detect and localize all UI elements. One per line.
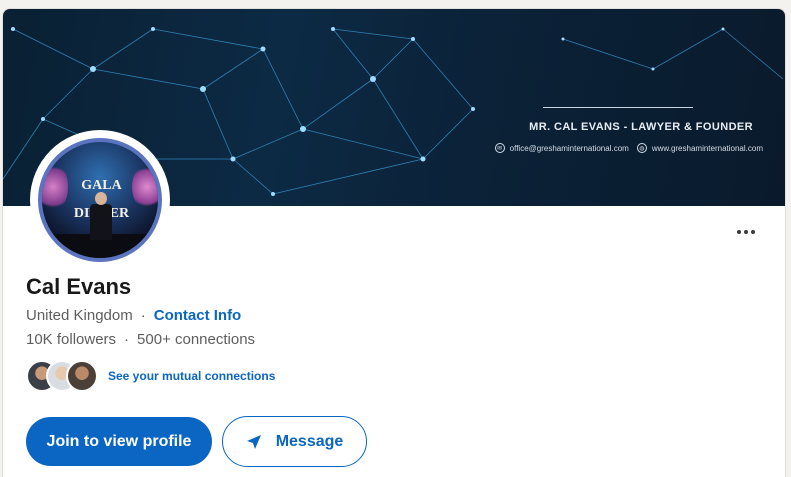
email-icon: ✉	[494, 143, 505, 153]
mutual-connections-link[interactable]: See your mutual connections	[108, 369, 275, 383]
mutual-avatars	[26, 360, 98, 392]
profile-name: Cal Evans	[26, 274, 132, 299]
profile-network-row: 10K followers · 500+ connections	[26, 331, 255, 348]
contact-info-link[interactable]: Contact Info	[154, 307, 242, 324]
avatar-person-head	[95, 192, 107, 205]
profile-location-row: United Kingdom · Contact Info	[26, 307, 241, 324]
banner-title: MR. CAL EVANS - LAWYER & FOUNDER	[529, 121, 753, 133]
message-button-label: Message	[275, 432, 344, 450]
separator: ·	[124, 331, 130, 348]
profile-location: United Kingdom	[26, 307, 133, 324]
separator: ·	[140, 307, 146, 324]
banner-email: ✉ office@greshaminternational.com	[494, 143, 629, 153]
followers-count: 10K followers	[26, 331, 117, 348]
avatar-person-body	[90, 204, 112, 240]
banner-contacts: ✉ office@greshaminternational.com ◍ www.…	[453, 143, 763, 153]
banner-website-text: www.greshaminternational.com	[651, 143, 763, 153]
mutual-avatar	[66, 360, 98, 392]
more-horizontal-icon-dot	[744, 230, 748, 234]
connections-count: 500+ connections	[137, 331, 256, 348]
send-icon	[246, 434, 261, 449]
profile-card: MR. CAL EVANS - LAWYER & FOUNDER ✉ offic…	[2, 8, 786, 477]
more-horizontal-icon	[737, 230, 741, 234]
profile-avatar-ring: GALA DINNER	[30, 130, 170, 270]
banner-divider	[543, 107, 693, 108]
profile-avatar[interactable]: GALA DINNER	[38, 138, 162, 262]
join-to-view-profile-button[interactable]: Join to view profile	[26, 417, 212, 466]
more-options-button[interactable]	[733, 223, 759, 241]
mutual-connections[interactable]: See your mutual connections	[26, 360, 275, 392]
banner-website: ◍ www.greshaminternational.com	[636, 143, 763, 153]
globe-icon: ◍	[636, 143, 647, 153]
banner-email-text: office@greshaminternational.com	[509, 143, 629, 153]
message-button[interactable]: Message	[222, 416, 367, 467]
more-horizontal-icon-dot	[751, 230, 755, 234]
